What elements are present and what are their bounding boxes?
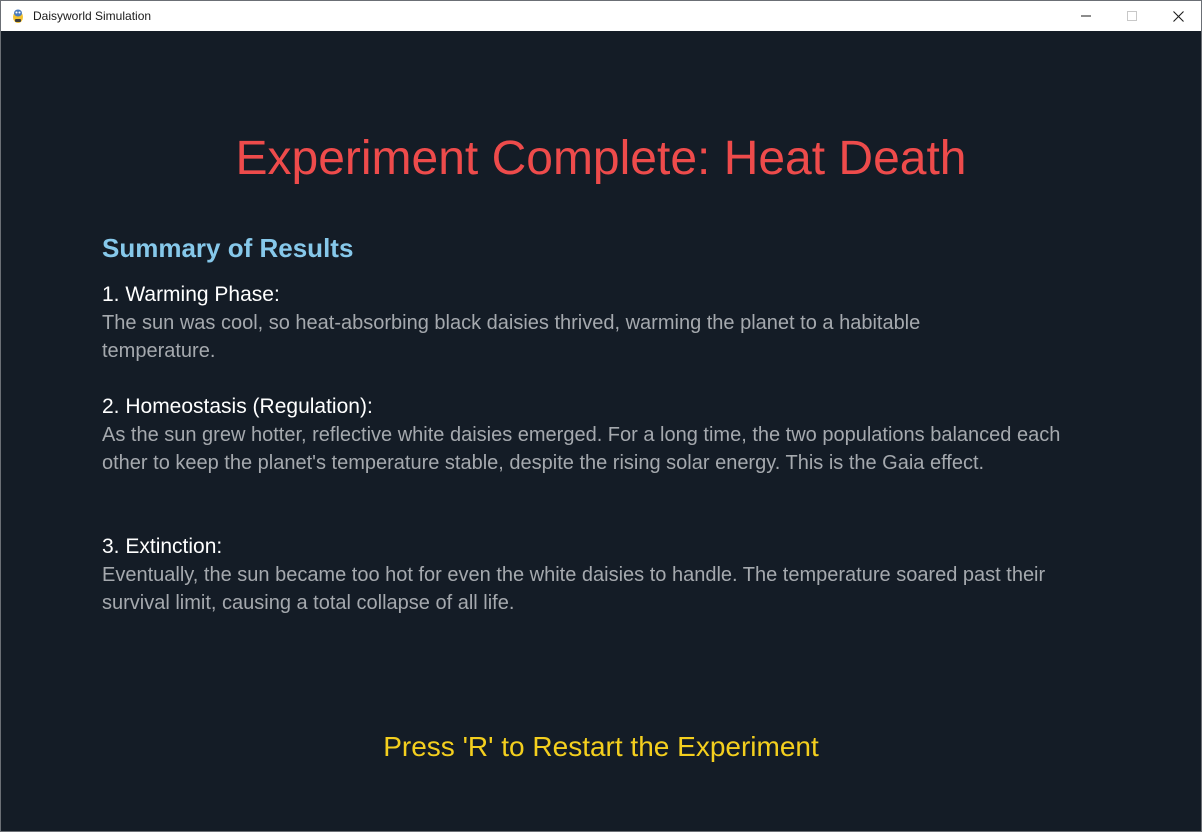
phase-warming: 1. Warming Phase: The sun was cool, so h… — [102, 281, 1102, 365]
maximize-button[interactable] — [1109, 1, 1155, 31]
minimize-icon — [1081, 15, 1091, 17]
close-button[interactable] — [1155, 1, 1201, 31]
title-bar[interactable]: Daisyworld Simulation — [1, 1, 1201, 31]
phase-description: As the sun grew hotter, reflective white… — [102, 424, 1061, 474]
app-window: Daisyworld Simulation Experiment Complet… — [0, 0, 1202, 832]
experiment-result-heading: Experiment Complete: Heat Death — [235, 132, 967, 185]
restart-prompt: Press 'R' to Restart the Experiment — [383, 731, 819, 762]
minimize-button[interactable] — [1063, 1, 1109, 31]
phase-title: 1. Warming Phase: — [102, 283, 280, 306]
simulation-canvas[interactable]: Experiment Complete: Heat Death Summary … — [1, 31, 1201, 831]
phase-homeostasis: 2. Homeostasis (Regulation): As the sun … — [102, 393, 1102, 477]
phase-description: Eventually, the sun became too hot for e… — [102, 564, 1046, 614]
phase-title: 2. Homeostasis (Regulation): — [102, 395, 373, 418]
pygame-snake-icon — [10, 8, 26, 24]
caption-buttons — [1063, 1, 1201, 31]
phase-description: The sun was cool, so heat-absorbing blac… — [102, 312, 921, 362]
summary-title: Summary of Results — [102, 233, 354, 263]
close-icon — [1172, 10, 1184, 22]
results-summary: Summary of Results 1. Warming Phase: The… — [102, 233, 1102, 614]
phase-title: 3. Extinction: — [102, 535, 223, 558]
phase-extinction: 3. Extinction: Eventually, the sun becam… — [102, 533, 1102, 617]
maximize-icon — [1127, 11, 1137, 21]
window-title: Daisyworld Simulation — [33, 9, 152, 23]
